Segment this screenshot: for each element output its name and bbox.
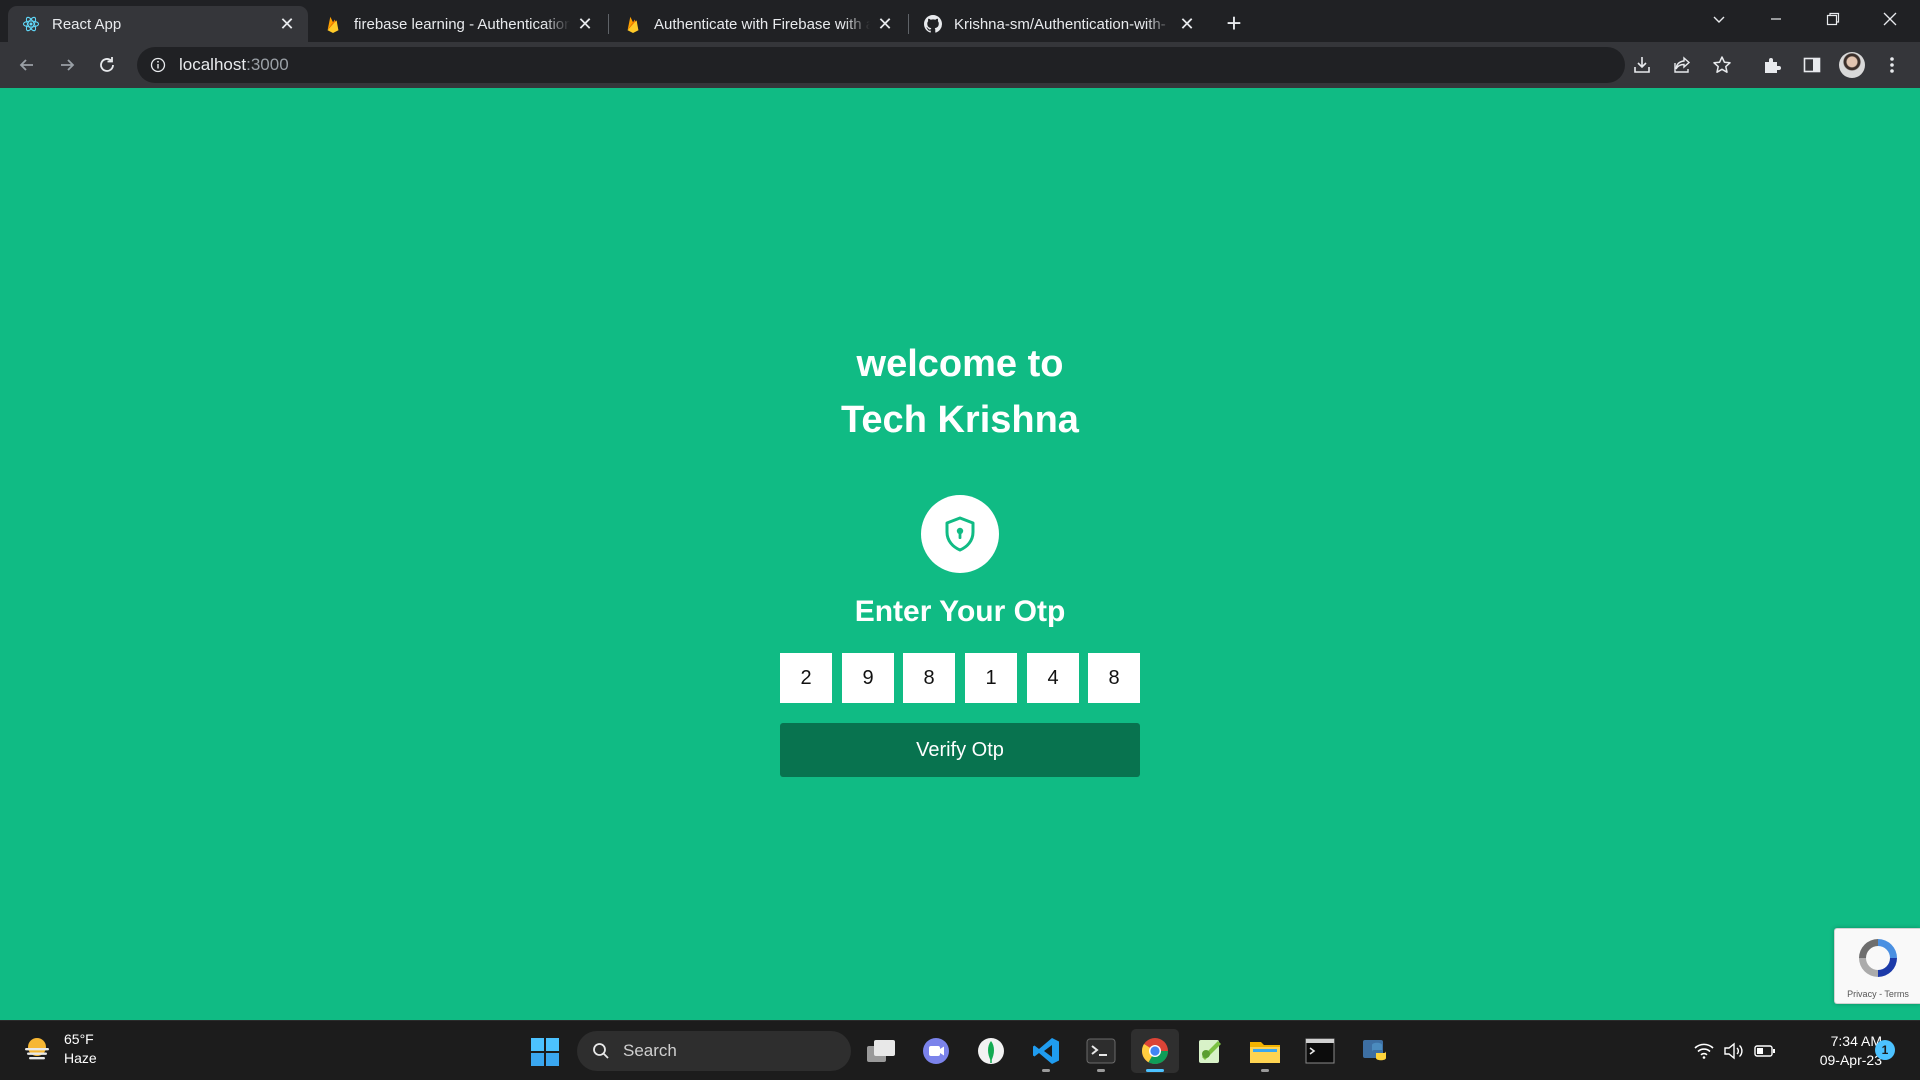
recaptcha-privacy-link[interactable]: Privacy	[1847, 989, 1877, 999]
otp-heading: Enter Your Otp	[854, 595, 1066, 628]
react-icon	[22, 15, 40, 33]
recaptcha-terms-link[interactable]: Terms	[1884, 989, 1909, 999]
recaptcha-links: Privacy - Terms	[1835, 989, 1920, 999]
browser-toolbar: localhost:3000	[0, 42, 1920, 88]
battery-icon[interactable]	[1754, 1041, 1776, 1061]
tab-title: Authenticate with Firebase with a	[654, 15, 870, 33]
tab-title: Krishna-sm/Authentication-with-	[954, 15, 1166, 33]
firebase-icon	[324, 15, 342, 33]
running-indicator	[1097, 1069, 1105, 1072]
browser-tab-strip: React App ✕ firebase learning - Authenti…	[0, 0, 1920, 42]
reload-icon[interactable]	[91, 49, 123, 81]
url-port: :3000	[246, 55, 289, 74]
verify-otp-button[interactable]: Verify Otp	[780, 723, 1140, 777]
system-clock[interactable]: 7:34 AM 09-Apr-23	[1786, 1032, 1882, 1070]
extensions-icon[interactable]	[1760, 53, 1784, 77]
notepad-plus-plus-icon[interactable]	[1186, 1029, 1234, 1073]
otp-digit-1[interactable]	[780, 653, 832, 703]
tab-authenticate-firebase[interactable]: Authenticate with Firebase with a ✕	[610, 6, 906, 42]
close-window-icon[interactable]	[1862, 0, 1918, 38]
windows-start-icon[interactable]	[530, 1037, 560, 1067]
tab-separator	[608, 14, 609, 34]
back-icon[interactable]	[11, 49, 43, 81]
profile-avatar[interactable]	[1839, 52, 1865, 78]
tab-title: React App	[52, 15, 122, 33]
tab-github-repo[interactable]: Krishna-sm/Authentication-with- ✕	[910, 6, 1208, 42]
otp-digit-4[interactable]	[965, 653, 1017, 703]
chrome-icon[interactable]	[1131, 1029, 1179, 1073]
command-prompt-icon[interactable]	[1296, 1029, 1344, 1073]
python-icon[interactable]	[1351, 1029, 1399, 1073]
otp-digit-3[interactable]	[903, 653, 955, 703]
tab-separator	[908, 14, 909, 34]
task-view-icon[interactable]	[857, 1029, 905, 1073]
recaptcha-logo-icon	[1859, 939, 1897, 977]
otp-input-group	[780, 653, 1140, 703]
clock-date: 09-Apr-23	[1819, 1052, 1882, 1068]
notification-badge[interactable]: 1	[1875, 1040, 1895, 1060]
otp-digit-2[interactable]	[842, 653, 894, 703]
new-tab-button[interactable]: +	[1220, 8, 1248, 38]
side-panel-icon[interactable]	[1800, 53, 1824, 77]
minimize-icon[interactable]	[1748, 0, 1804, 38]
weather-condition: Haze	[64, 1050, 97, 1066]
close-tab-icon[interactable]: ✕	[876, 14, 894, 34]
shield-keyhole-icon	[945, 516, 975, 552]
share-icon[interactable]	[1670, 53, 1694, 77]
vscode-icon[interactable]	[1022, 1029, 1070, 1073]
file-explorer-icon[interactable]	[1241, 1029, 1289, 1073]
search-placeholder: Search	[623, 1041, 677, 1060]
search-icon	[591, 1041, 611, 1061]
bookmark-star-icon[interactable]	[1710, 53, 1734, 77]
page-content: welcome to Tech Krishna Enter Your Otp V…	[0, 88, 1920, 1020]
volume-icon[interactable]	[1723, 1041, 1745, 1061]
firebase-icon	[624, 15, 642, 33]
windows-taskbar: 65°F Haze Search 7:34 AM 09-Apr-23 1	[0, 1020, 1920, 1080]
tab-search-chevron-icon[interactable]	[1691, 0, 1747, 38]
close-tab-icon[interactable]: ✕	[576, 14, 594, 34]
running-indicator	[1042, 1069, 1050, 1072]
taskbar-search[interactable]: Search	[577, 1031, 851, 1071]
welcome-line-1: welcome to	[856, 343, 1064, 385]
site-info-icon[interactable]	[149, 56, 167, 74]
otp-digit-6[interactable]	[1088, 653, 1140, 703]
url-host: localhost	[179, 55, 247, 74]
restore-icon[interactable]	[1805, 0, 1861, 38]
address-bar[interactable]: localhost:3000	[137, 47, 1625, 83]
terminal-icon[interactable]	[1077, 1029, 1125, 1073]
otp-digit-5[interactable]	[1027, 653, 1079, 703]
tab-react-app[interactable]: React App ✕	[8, 6, 308, 42]
recaptcha-badge[interactable]: Privacy - Terms	[1834, 928, 1920, 1004]
mongodb-compass-icon[interactable]	[967, 1029, 1015, 1073]
tab-title: firebase learning - Authentication	[354, 15, 570, 33]
haze-sun-icon	[25, 1038, 49, 1060]
weather-temperature: 65°F	[64, 1031, 94, 1047]
close-tab-icon[interactable]: ✕	[278, 14, 296, 34]
github-icon	[924, 15, 942, 33]
teams-chat-icon[interactable]	[912, 1029, 960, 1073]
close-tab-icon[interactable]: ✕	[1178, 14, 1196, 34]
running-indicator	[1261, 1069, 1269, 1072]
forward-icon[interactable]	[51, 49, 83, 81]
active-indicator	[1146, 1069, 1164, 1072]
wifi-icon[interactable]	[1693, 1041, 1715, 1061]
welcome-line-2: Tech Krishna	[841, 399, 1079, 441]
url-text: localhost:3000	[179, 55, 289, 75]
weather-widget[interactable]: 65°F Haze	[22, 1030, 97, 1068]
more-menu-icon[interactable]	[1880, 53, 1904, 77]
tab-firebase-learning[interactable]: firebase learning - Authentication ✕	[310, 6, 606, 42]
weather-text: 65°F Haze	[64, 1030, 97, 1068]
install-app-icon[interactable]	[1630, 53, 1654, 77]
otp-badge	[921, 495, 999, 573]
clock-time: 7:34 AM	[1830, 1033, 1882, 1049]
